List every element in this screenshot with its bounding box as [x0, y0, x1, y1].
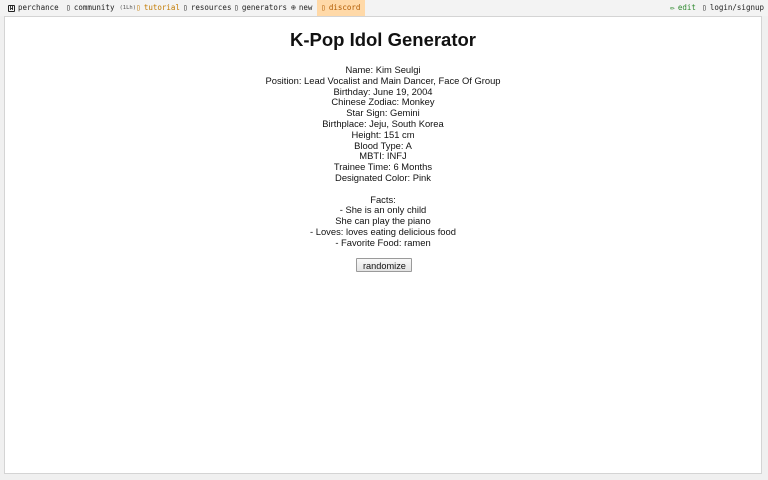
nav-login-label: login/signup: [709, 3, 765, 12]
nav-generators-label: generators: [241, 3, 287, 12]
die-icon: [8, 4, 15, 12]
nav-resources[interactable]: ▯ resources: [183, 0, 231, 16]
nav-new[interactable]: ⊕ new: [291, 0, 312, 16]
generator-output-panel: K-Pop Idol Generator Name: Kim Seulgi Po…: [4, 16, 762, 474]
nav-tutorial-label: tutorial: [143, 3, 180, 12]
nav-resources-label: resources: [190, 3, 232, 12]
nav-generators[interactable]: ▯ generators: [234, 0, 287, 16]
nav-login[interactable]: ▯ login/signup: [702, 0, 764, 16]
community-count: (1Lh): [119, 5, 137, 11]
generators-icon: ▯: [234, 3, 239, 12]
profile-spacer: [5, 184, 761, 195]
top-nav-bar: perchance ▯ community (1Lh) ▯ tutorial ▯…: [0, 0, 768, 16]
nav-edit[interactable]: ✏ edit: [670, 0, 696, 16]
nav-edit-label: edit: [677, 3, 696, 12]
community-icon: ▯: [66, 3, 71, 12]
nav-community-label: community: [73, 3, 115, 12]
profile-height: Height: 151 cm: [351, 128, 415, 140]
profile-color: Designated Color: Pink: [335, 171, 431, 183]
fact-item: - Favorite Food: ramen: [335, 236, 431, 248]
discord-icon: ▯: [321, 3, 326, 12]
user-icon: ▯: [702, 3, 707, 12]
page-title: K-Pop Idol Generator: [289, 29, 477, 50]
nav-discord-label: discord: [328, 3, 361, 12]
plus-circle-icon: ⊕: [291, 3, 296, 12]
tutorial-icon: ▯: [136, 3, 141, 12]
pencil-icon: ✏: [670, 3, 675, 12]
nav-new-label: new: [298, 3, 313, 12]
idol-profile: Name: Kim Seulgi Position: Lead Vocalist…: [5, 64, 761, 249]
randomize-button[interactable]: randomize: [356, 258, 412, 272]
nav-tutorial[interactable]: ▯ tutorial: [136, 0, 180, 16]
resources-icon: ▯: [183, 3, 188, 12]
nav-perchance[interactable]: perchance: [8, 0, 59, 16]
nav-discord[interactable]: ▯ discord: [317, 0, 366, 16]
nav-community[interactable]: ▯ community (1Lh): [66, 0, 136, 16]
profile-position: Position: Lead Vocalist and Main Dancer,…: [265, 74, 501, 86]
nav-perchance-label: perchance: [18, 3, 59, 12]
